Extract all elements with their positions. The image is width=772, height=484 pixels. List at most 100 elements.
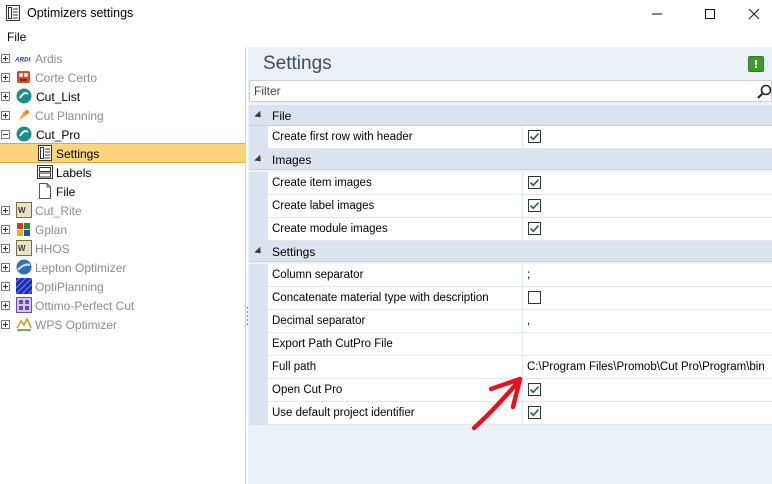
search-icon[interactable] [756, 84, 772, 100]
property-row[interactable]: Create label images [249, 195, 772, 218]
property-row[interactable]: Create item images [249, 172, 772, 195]
property-name: Open Cut Pro [268, 379, 523, 402]
property-checkbox[interactable] [528, 291, 541, 304]
tree-item-label: Corte Certo [35, 71, 98, 85]
row-gutter [249, 218, 268, 241]
property-checkbox[interactable] [528, 383, 541, 396]
tree-item-label: Lepton Optimizer [35, 261, 127, 275]
tree-item-label: Labels [56, 166, 92, 180]
collapse-arrow-icon[interactable] [254, 246, 264, 257]
property-row[interactable]: Concatenate material type with descripti… [249, 287, 772, 310]
category-file[interactable]: File [249, 105, 772, 126]
tree-item-wps-optimizer[interactable]: WPS Optimizer [0, 315, 245, 334]
expand-icon[interactable] [1, 263, 10, 272]
property-checkbox[interactable] [528, 176, 541, 189]
expand-icon[interactable] [1, 206, 10, 215]
property-value[interactable] [524, 333, 772, 356]
svg-text:ARDIS: ARDIS [15, 57, 31, 64]
info-icon: ! [753, 57, 759, 71]
property-row[interactable]: Open Cut Pro [249, 379, 772, 402]
row-gutter [249, 356, 268, 379]
labels-page-icon [37, 165, 53, 179]
row-gutter [249, 333, 268, 356]
settings-page-icon [38, 145, 52, 161]
tree-item-optiplanning[interactable]: OptiPlanning [0, 277, 245, 296]
tree-item-label: OptiPlanning [35, 280, 104, 294]
property-row[interactable]: Column separator ; [249, 264, 772, 287]
tree-item-cut-pro[interactable]: Cut_Pro [0, 125, 245, 144]
property-value[interactable]: C:\Program Files\Promob\Cut Pro\Program\… [524, 356, 772, 379]
minimize-button[interactable] [634, 0, 680, 27]
expand-icon[interactable] [1, 92, 10, 101]
tree-item-corte-certo[interactable]: Corte Certo [0, 68, 245, 87]
property-checkbox[interactable] [528, 222, 541, 235]
tree-item-cut-rite[interactable]: W Cut_Rite [0, 201, 245, 220]
filter-box [249, 80, 772, 102]
checkmark-icon [529, 385, 540, 394]
filter-input[interactable] [254, 84, 734, 98]
cut-planning-icon [19, 110, 29, 120]
property-row[interactable]: Create module images [249, 218, 772, 241]
property-name: Create label images [268, 195, 523, 218]
tree-item-file[interactable]: File [0, 182, 245, 201]
property-value[interactable]: ; [524, 264, 772, 287]
expand-icon[interactable] [1, 320, 10, 329]
row-gutter [249, 264, 268, 287]
menu-bar: File [0, 27, 772, 47]
expand-icon[interactable] [1, 225, 10, 234]
property-row[interactable]: Export Path CutPro File [249, 333, 772, 356]
menu-file[interactable]: File [7, 30, 26, 44]
property-name: Export Path CutPro File [268, 333, 523, 356]
title-bar: Optimizers settings [0, 0, 772, 27]
property-checkbox[interactable] [528, 406, 541, 419]
row-gutter [249, 287, 268, 310]
tree-item-cut-planning[interactable]: Cut Planning [0, 106, 245, 125]
property-row[interactable]: Decimal separator , [249, 310, 772, 333]
tree-item-label: Cut_Pro [36, 128, 81, 142]
expand-icon[interactable] [1, 111, 10, 120]
property-value[interactable]: , [524, 310, 772, 333]
maximize-button[interactable] [687, 0, 733, 27]
row-gutter [249, 402, 268, 425]
tree-item-label: Cut_List [36, 90, 81, 104]
expand-icon[interactable] [1, 282, 10, 291]
expand-icon[interactable] [1, 244, 10, 253]
row-gutter [249, 195, 268, 218]
category-label: Settings [272, 245, 316, 259]
property-row[interactable]: Use default project identifier [249, 402, 772, 425]
property-name: Use default project identifier [268, 402, 523, 425]
collapse-icon[interactable] [1, 130, 10, 139]
property-checkbox[interactable] [528, 130, 541, 143]
tree-item-label: WPS Optimizer [35, 318, 118, 332]
tree-item-settings[interactable]: Settings [0, 143, 245, 163]
expand-icon[interactable] [1, 73, 10, 82]
category-images[interactable]: Images [249, 149, 772, 170]
tree-item-hhos[interactable]: W HHOS [0, 239, 245, 258]
expand-icon[interactable] [1, 54, 10, 63]
property-row[interactable]: Create first row with header [249, 126, 772, 149]
category-settings[interactable]: Settings [249, 241, 772, 262]
tree-item-gplan[interactable]: Gplan [0, 220, 245, 239]
close-button[interactable] [731, 0, 772, 27]
tree-item-ottimo-perfect-cut[interactable]: Ottimo-Perfect Cut [0, 296, 245, 315]
property-checkbox[interactable] [528, 199, 541, 212]
lepton-icon [16, 259, 32, 275]
corte-certo-icon [17, 71, 30, 83]
collapse-arrow-icon[interactable] [254, 110, 264, 121]
tree-item-label: Cut Planning [35, 109, 104, 123]
tree-item-ardis[interactable]: ARDIS Ardis [0, 49, 245, 68]
tree-item-cut-list[interactable]: Cut_List [0, 87, 245, 106]
property-name: Create module images [268, 218, 523, 241]
property-row[interactable]: Full path C:\Program Files\Promob\Cut Pr… [249, 356, 772, 379]
property-name: Column separator [268, 264, 523, 287]
cut-list-icon [16, 88, 32, 104]
settings-pane: Settings ! File Create first row with he… [248, 47, 772, 484]
property-name: Decimal separator [268, 310, 523, 333]
tree-item-lepton-optimizer[interactable]: Lepton Optimizer [0, 258, 245, 277]
info-button[interactable]: ! [748, 56, 764, 72]
svg-text:W: W [18, 206, 26, 215]
row-gutter [249, 310, 268, 333]
tree-item-labels[interactable]: Labels [0, 163, 245, 182]
expand-icon[interactable] [1, 301, 10, 310]
collapse-arrow-icon[interactable] [254, 154, 264, 165]
